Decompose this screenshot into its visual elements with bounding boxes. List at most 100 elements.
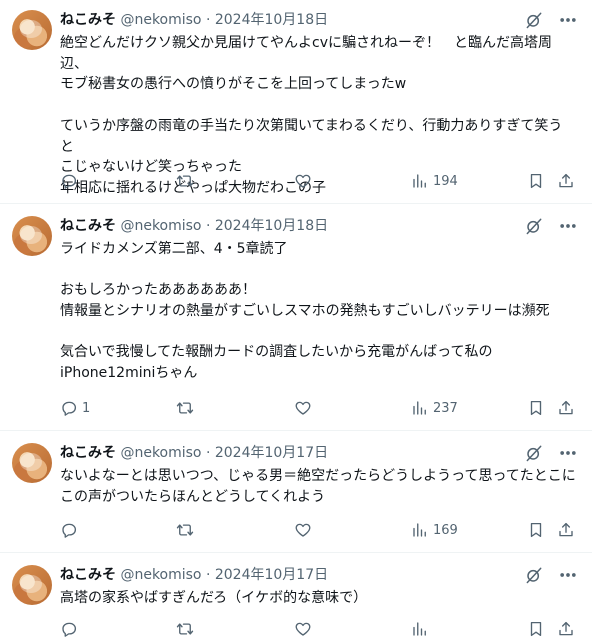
tweet-line: ていうか序盤の雨竜の手当たり次第聞いてまわるくだり、行動力ありすぎて笑うと (60, 117, 563, 155)
tweet-header: ねこみそ @nekomiso · 2024年10月18日 (60, 10, 328, 30)
bookmark-icon (527, 172, 545, 190)
reply-button[interactable] (60, 619, 78, 639)
separator: · (205, 445, 211, 461)
tweet-header: ねこみそ @nekomiso · 2024年10月17日 (60, 443, 328, 463)
tweet-line: モブ秘書女の愚行への憤りがそこを上回ってしまったw (60, 76, 407, 93)
tweet-line: おもしろかったああああああ！ (60, 282, 256, 299)
avatar[interactable] (12, 443, 52, 483)
tweet[interactable]: ねこみそ @nekomiso · 2024年10月17日 高塔の家系やばすぎんだ… (0, 553, 592, 633)
tweet-line: 高塔の家系やばすぎんだろ（イケボ的な意味で） (60, 590, 368, 606)
action-bar: 194 (60, 171, 576, 191)
grok-icon[interactable] (524, 10, 544, 30)
like-icon (294, 620, 312, 638)
more-icon[interactable] (558, 216, 578, 236)
views-button[interactable]: 169 (411, 520, 458, 540)
separator: · (205, 12, 211, 28)
views-button[interactable]: 237 (411, 398, 458, 418)
header-icons (524, 443, 578, 463)
views-count: 169 (433, 522, 458, 538)
share-button[interactable] (557, 171, 575, 191)
tweet-line: ないよなーとは思いつつ、じゃる男＝絶空だったらどうしようって思ってたとこに (60, 468, 576, 484)
avatar[interactable] (12, 216, 52, 256)
bookmark-button[interactable] (527, 398, 545, 418)
timestamp[interactable]: 2024年10月17日 (215, 445, 328, 461)
like-icon (294, 399, 312, 417)
grok-icon[interactable] (524, 565, 544, 585)
reply-icon (60, 521, 78, 539)
timestamp[interactable]: 2024年10月18日 (215, 218, 328, 234)
bookmark-button[interactable] (527, 171, 545, 191)
reply-button[interactable]: 1 (60, 398, 90, 418)
share-button[interactable] (557, 619, 575, 639)
more-icon[interactable] (558, 565, 578, 585)
timestamp[interactable]: 2024年10月18日 (215, 12, 328, 28)
handle[interactable]: @nekomiso (120, 567, 201, 583)
reply-icon (60, 172, 78, 190)
tweet-line: 気合いで我慢してた報酬カードの調査したいから充電がんばって私の (60, 344, 493, 361)
tweet-line: この声がついたらほんとどうしてくれよう (60, 488, 326, 505)
views-icon (411, 172, 429, 190)
grok-icon[interactable] (524, 216, 544, 236)
like-button[interactable] (294, 171, 316, 191)
like-button[interactable] (294, 398, 316, 418)
retweet-button[interactable] (176, 520, 198, 540)
grok-icon[interactable] (524, 443, 544, 463)
reply-button[interactable] (60, 171, 82, 191)
tweet-line: iPhone12miniちゃん (60, 365, 198, 382)
tweet-line: 絶空どんだけクソ親父か見届けてやんよcvに騙されねーぞ！ と臨んだ高塔周辺、 (60, 35, 552, 72)
handle[interactable]: @nekomiso (120, 12, 201, 28)
tweet-text: 高塔の家系やばすぎんだろ（イケボ的な意味で） (60, 588, 576, 609)
display-name[interactable]: ねこみそ (60, 218, 116, 234)
bookmark-icon (527, 399, 545, 417)
bookmark-icon (527, 521, 545, 539)
display-name[interactable]: ねこみそ (60, 445, 116, 461)
retweet-button[interactable] (176, 398, 198, 418)
display-name[interactable]: ねこみそ (60, 12, 116, 28)
handle[interactable]: @nekomiso (120, 218, 201, 234)
like-icon (294, 521, 312, 539)
views-count: 237 (433, 400, 458, 416)
bookmark-icon (527, 620, 545, 638)
share-icon (557, 172, 575, 190)
header-icons (524, 565, 578, 585)
handle[interactable]: @nekomiso (120, 445, 201, 461)
views-icon (411, 399, 429, 417)
retweet-button[interactable] (176, 619, 194, 639)
retweet-icon (176, 399, 194, 417)
tweet-line (60, 95, 576, 116)
like-button[interactable] (294, 619, 312, 639)
retweet-button[interactable] (176, 171, 198, 191)
more-icon[interactable] (558, 443, 578, 463)
views-button[interactable]: 194 (411, 171, 458, 191)
avatar[interactable] (12, 565, 52, 605)
reply-button[interactable] (60, 520, 82, 540)
avatar[interactable] (12, 10, 52, 50)
tweet-header: ねこみそ @nekomiso · 2024年10月18日 (60, 216, 328, 236)
display-name[interactable]: ねこみそ (60, 567, 116, 583)
views-button[interactable] (411, 619, 429, 639)
like-icon (294, 172, 312, 190)
bookmark-button[interactable] (527, 619, 545, 639)
action-bar (60, 619, 576, 639)
header-icons (524, 10, 578, 30)
views-icon (411, 620, 429, 638)
views-icon (411, 521, 429, 539)
reply-count: 1 (82, 400, 91, 416)
bookmark-button[interactable] (527, 520, 545, 540)
share-button[interactable] (557, 398, 575, 418)
reply-icon (60, 620, 78, 638)
share-icon (557, 399, 575, 417)
share-button[interactable] (557, 520, 575, 540)
tweet-header: ねこみそ @nekomiso · 2024年10月17日 (60, 565, 328, 585)
tweet[interactable]: ねこみそ @nekomiso · 2024年10月18日 絶空どんだけクソ親父か… (0, 0, 592, 204)
retweet-icon (176, 521, 194, 539)
tweet-text: ないよなーとは思いつつ、じゃる男＝絶空だったらどうしようって思ってたとこに この… (60, 466, 576, 507)
like-button[interactable] (294, 520, 316, 540)
share-icon (557, 521, 575, 539)
more-icon[interactable] (558, 10, 578, 30)
tweet-text: ライドカメンズ第二部、4・5章読了 おもしろかったああああああ！ 情報量とシナリ… (60, 239, 576, 384)
tweet[interactable]: ねこみそ @nekomiso · 2024年10月17日 ないよなーとは思いつつ… (0, 431, 592, 553)
timestamp[interactable]: 2024年10月17日 (215, 567, 328, 583)
retweet-icon (176, 620, 194, 638)
tweet[interactable]: ねこみそ @nekomiso · 2024年10月18日 ライドカメンズ第二部、… (0, 204, 592, 431)
